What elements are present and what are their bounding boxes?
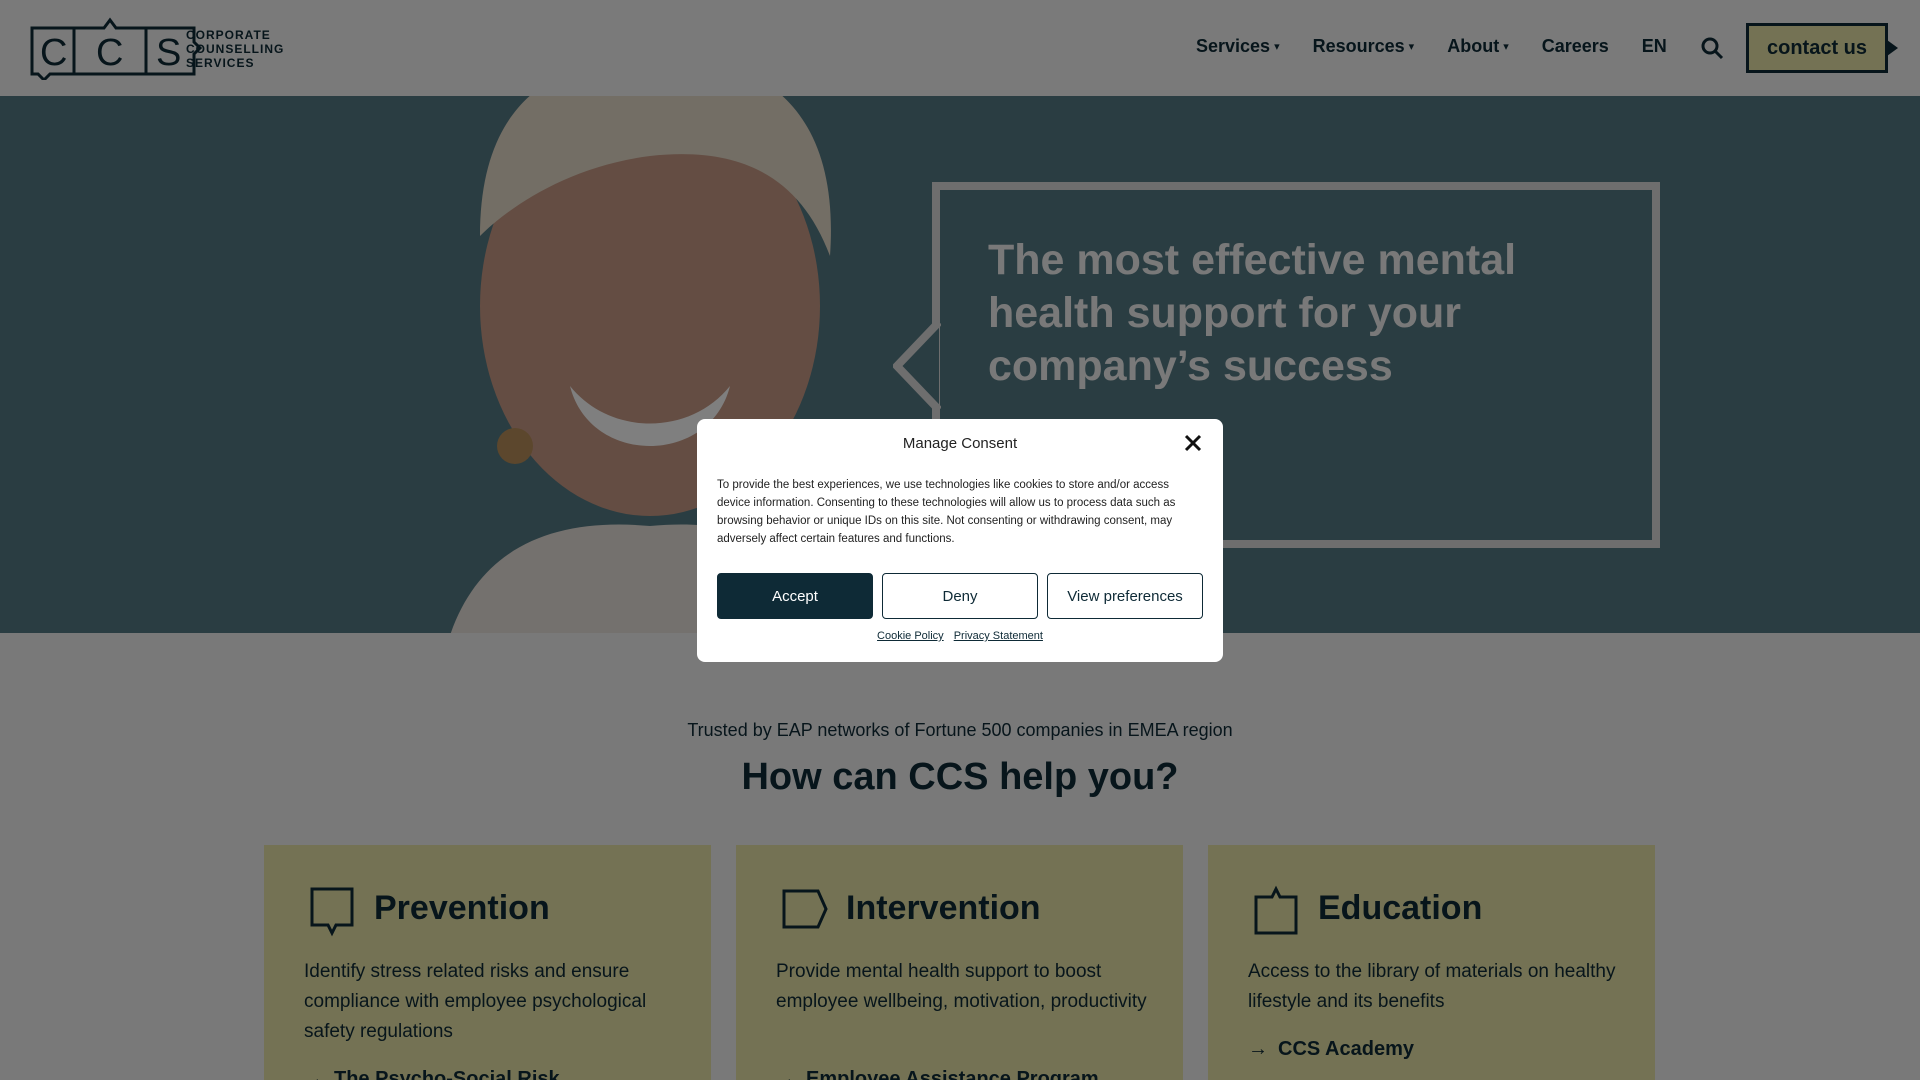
deny-button[interactable]: Deny [882, 573, 1038, 619]
cookie-policy-link[interactable]: Cookie Policy [877, 630, 944, 642]
consent-buttons: Accept Deny View preferences [717, 573, 1203, 619]
consent-links: Cookie Policy Privacy Statement [697, 630, 1223, 642]
consent-text: To provide the best experiences, we use … [717, 479, 1176, 545]
accept-button[interactable]: Accept [717, 573, 873, 619]
close-icon[interactable] [1183, 433, 1203, 453]
privacy-statement-link[interactable]: Privacy Statement [954, 630, 1043, 642]
consent-dialog: Manage Consent To provide the best exper… [697, 419, 1223, 662]
consent-title: Manage Consent [902, 435, 1018, 452]
view-preferences-button[interactable]: View preferences [1047, 573, 1203, 619]
